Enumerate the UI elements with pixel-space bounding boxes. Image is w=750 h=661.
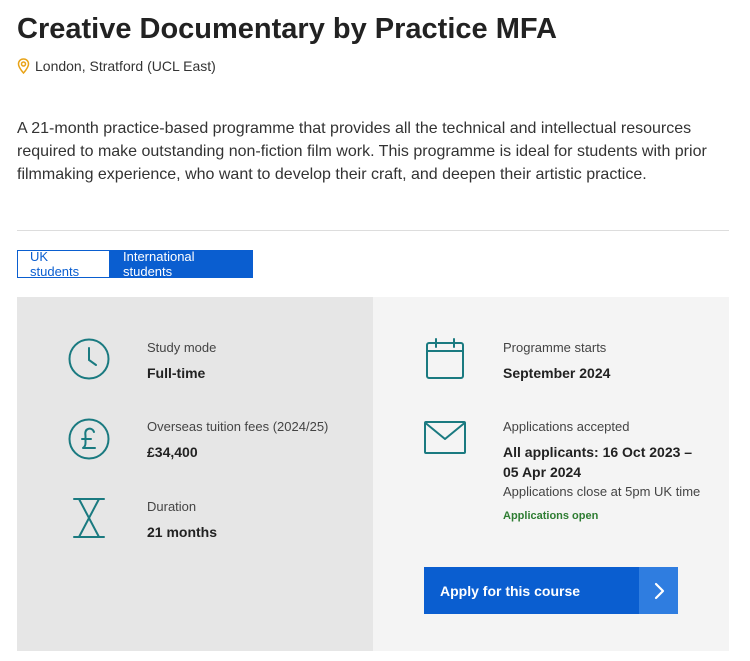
- tab-international-students[interactable]: International students: [110, 249, 253, 279]
- fees-label: Overseas tuition fees (2024/25): [147, 419, 329, 434]
- chevron-right-icon: [639, 567, 678, 614]
- envelope-icon: [424, 421, 466, 454]
- location-pin-icon: [17, 58, 30, 74]
- applications-dates-line1: All applicants: 16 Oct 2023 –: [503, 444, 693, 460]
- location: London, Stratford (UCL East): [17, 58, 216, 74]
- duration-value: 21 months: [147, 524, 218, 540]
- applications-status-badge: Applications open: [503, 510, 599, 522]
- page-title: Creative Documentary by Practice MFA: [17, 13, 557, 45]
- fees-fact: Overseas tuition fees (2024/25) £34,400: [147, 419, 328, 462]
- apply-for-course-button[interactable]: Apply for this course: [424, 567, 678, 614]
- tab-uk-students[interactable]: UK students: [17, 249, 110, 279]
- pound-icon: [68, 418, 110, 460]
- clock-icon: [68, 338, 110, 380]
- programme-starts-fact: Programme starts September 2024: [503, 340, 610, 383]
- duration-label: Duration: [147, 499, 197, 514]
- programme-description: A 21-month practice-based programme that…: [17, 120, 707, 183]
- study-mode-label: Study mode: [147, 340, 217, 355]
- calendar-icon: [426, 338, 464, 379]
- applications-dates: All applicants: 16 Oct 2023 – 05 Apr 202…: [503, 442, 723, 482]
- apply-button-label: Apply for this course: [424, 567, 639, 614]
- programme-starts-label: Programme starts: [503, 340, 607, 355]
- programme-starts-value: September 2024: [503, 365, 611, 381]
- location-text: London, Stratford (UCL East): [35, 58, 216, 74]
- divider: [17, 230, 729, 231]
- applications-dates-line2: 05 Apr 2024: [503, 464, 582, 480]
- fee-tabs: UK students International students: [17, 249, 253, 279]
- hourglass-icon: [73, 498, 105, 538]
- applications-label: Applications accepted: [503, 419, 630, 434]
- study-mode-fact: Study mode Full-time: [147, 340, 216, 383]
- applications-fact: Applications accepted All applicants: 16…: [503, 419, 723, 522]
- duration-fact: Duration 21 months: [147, 499, 217, 542]
- fees-value: £34,400: [147, 444, 198, 460]
- applications-close-note: Applications close at 5pm UK time: [503, 484, 701, 499]
- study-mode-value: Full-time: [147, 365, 206, 381]
